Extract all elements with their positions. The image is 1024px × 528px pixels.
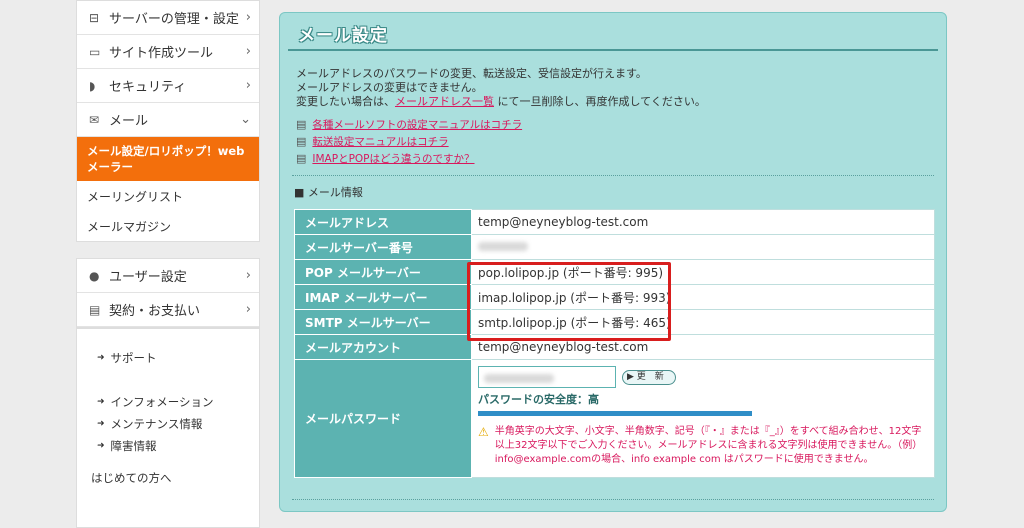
mail-icon: ✉ xyxy=(89,112,100,127)
user-icon: ● xyxy=(89,268,100,283)
update-button[interactable]: ▶ 更 新 xyxy=(622,369,676,385)
password-cell: ▶ 更 新 パスワードの安全度：高 ⚠ 半角英字の大文字、小文字、半角数字、記号… xyxy=(471,359,935,478)
document-icon: ▤ xyxy=(296,135,307,148)
arrow-right-icon: ➜ xyxy=(97,397,105,407)
sidebar: ⊟ サーバーの管理・設定 › ▭ サイト作成ツール › ◗ セキュリティ › ✉… xyxy=(76,0,260,528)
sidebar-subitem-mailing-list[interactable]: メーリングリスト xyxy=(77,181,259,211)
arrow-right-icon: ➜ xyxy=(97,419,105,429)
manual-link-forwarding[interactable]: ▤ 転送設定マニュアルはコチラ xyxy=(296,133,930,150)
sidebar-item-label: サイト作成ツール xyxy=(109,46,214,61)
table-row: メールパスワード ▶ 更 新 パスワードの安全度：高 ⚠ 半角英字の大文字、小文… xyxy=(294,359,935,478)
intro-text: メールアドレスのパスワードの変更、転送設定、受信設定が行えます。 メールアドレス… xyxy=(296,67,706,108)
laptop-icon: ▭ xyxy=(89,44,101,59)
redacted-value xyxy=(478,242,528,251)
password-strength-label: パスワードの安全度：高 xyxy=(478,393,599,406)
manual-link-imap-pop[interactable]: ▤ IMAPとPOPはどう違うのですか？ xyxy=(296,150,930,167)
smtp-label: SMTP メールサーバー xyxy=(294,309,472,335)
manual-links: ▤ 各種メールソフトの設定マニュアルはコチラ ▤ 転送設定マニュアルはコチラ ▤ IM… xyxy=(280,109,946,167)
address-label: メールアドレス xyxy=(294,209,472,235)
sidebar-item-mail[interactable]: ✉ メール ⌄ xyxy=(77,103,259,137)
sidebar-item-site-tools[interactable]: ▭ サイト作成ツール › xyxy=(77,35,259,69)
sidebar-item-user-settings[interactable]: ● ユーザー設定 › xyxy=(77,259,259,293)
account-label: メールアカウント xyxy=(294,334,472,360)
server-icon: ⊟ xyxy=(89,10,100,25)
shield-icon: ◗ xyxy=(89,78,96,93)
chevron-right-icon: › xyxy=(245,78,251,93)
password-rules-warning: ⚠ 半角英字の大文字、小文字、半角数字、記号（『・』または『_』）をすべて組み合… xyxy=(478,425,923,465)
imap-label: IMAP メールサーバー xyxy=(294,284,472,310)
arrow-right-icon: ➜ xyxy=(97,353,105,363)
support-link[interactable]: ➜ サポート xyxy=(77,347,259,369)
divider xyxy=(292,499,934,500)
card-icon: ▤ xyxy=(89,302,101,317)
server-number-label: メールサーバー番号 xyxy=(294,234,472,260)
chevron-right-icon: › xyxy=(245,44,251,59)
server-info-highlight-box xyxy=(467,262,671,341)
sidebar-item-label: セキュリティ xyxy=(109,80,187,95)
address-value: temp@neyneyblog-test.com xyxy=(471,209,935,235)
sidebar-item-security[interactable]: ◗ セキュリティ › xyxy=(77,69,259,103)
warning-icon: ⚠ xyxy=(478,425,489,439)
table-row: メールサーバー番号 xyxy=(294,234,935,260)
redacted-value xyxy=(484,374,554,383)
arrow-right-icon: ➜ xyxy=(97,441,105,451)
sidebar-item-label: メール xyxy=(109,114,149,129)
password-label: メールパスワード xyxy=(294,359,472,478)
mail-info-table: メールアドレス temp@neyneyblog-test.com メールサーバー… xyxy=(294,209,935,478)
sidebar-subitem-mail-settings[interactable]: メール設定/ロリポップ！webメーラー xyxy=(77,137,259,181)
sidebar-item-label: ユーザー設定 xyxy=(109,270,187,285)
page-title: メール設定 xyxy=(288,13,938,51)
server-number-value xyxy=(471,234,935,260)
sidebar-item-contract[interactable]: ▤ 契約・お支払い › xyxy=(77,293,259,327)
section-heading: ■ メール情報 xyxy=(294,186,363,199)
sidebar-subitem-mail-magazine[interactable]: メールマガジン xyxy=(77,211,259,241)
chevron-right-icon: › xyxy=(245,268,251,283)
sidebar-item-label: 契約・お支払い xyxy=(109,304,201,319)
maintenance-link[interactable]: ➜ メンテナンス情報 xyxy=(77,413,259,435)
sidebar-item-label: サーバーの管理・設定 xyxy=(109,12,239,27)
table-row: メールアドレス temp@neyneyblog-test.com xyxy=(294,209,935,235)
chevron-right-icon: › xyxy=(245,10,251,25)
information-link[interactable]: ➜ インフォメーション xyxy=(77,391,259,413)
password-strength-bar xyxy=(478,411,752,416)
sidebar-support: ➜ サポート ➜ インフォメーション ➜ メンテナンス情報 ➜ 障害情報 はじめての方へ xyxy=(76,328,260,528)
mail-address-list-link[interactable]: メールアドレス一覧 xyxy=(395,95,494,108)
sidebar-menu: ⊟ サーバーの管理・設定 › ▭ サイト作成ツール › ◗ セキュリティ › ✉… xyxy=(76,0,260,242)
manual-link-mail-software[interactable]: ▤ 各種メールソフトの設定マニュアルはコチラ xyxy=(296,116,930,133)
chevron-down-icon: ⌄ xyxy=(240,112,251,127)
sidebar-item-server[interactable]: ⊟ サーバーの管理・設定 › xyxy=(77,1,259,35)
document-icon: ▤ xyxy=(296,152,307,165)
outage-link[interactable]: ➜ 障害情報 xyxy=(77,435,259,457)
sidebar-menu-account: ● ユーザー設定 › ▤ 契約・お支払い › xyxy=(76,258,260,328)
password-input[interactable] xyxy=(478,366,616,388)
chevron-right-icon: › xyxy=(245,302,251,317)
document-icon: ▤ xyxy=(296,118,307,131)
pop-label: POP メールサーバー xyxy=(294,259,472,285)
beginners-link[interactable]: はじめての方へ xyxy=(77,467,259,489)
